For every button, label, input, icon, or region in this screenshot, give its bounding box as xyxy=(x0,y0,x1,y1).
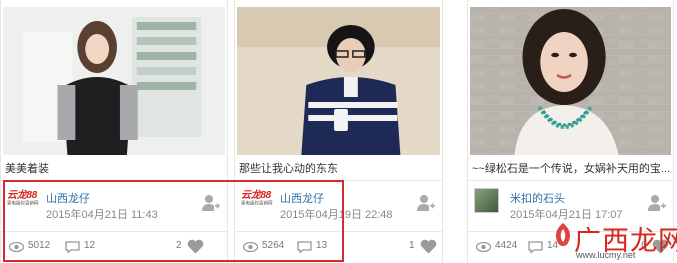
post-card-2[interactable]: 那些让我心动的东东 云龙88 壹电版权直销网 山西龙仔 2015年04月19日 … xyxy=(234,0,443,263)
post-date: 2015年04月21日 11:43 xyxy=(46,209,158,221)
brand-logo[interactable]: 云龙88 壹电版权直销网 xyxy=(7,190,39,212)
watermark: 广西龙网 www.lucmy.net xyxy=(550,217,677,261)
photo-woman-necklace xyxy=(470,7,671,155)
username-link[interactable]: 山西龙仔 xyxy=(280,190,324,206)
divider xyxy=(468,180,673,181)
comment-icon[interactable] xyxy=(528,240,543,254)
logo-subtext: 壹电版权直销网 xyxy=(7,201,39,207)
eye-icon xyxy=(8,240,25,253)
avatar[interactable] xyxy=(474,188,499,213)
view-count: 5264 xyxy=(262,240,285,251)
watermark-url: www.lucmy.net xyxy=(576,250,636,260)
username-link[interactable]: 米扣的石头 xyxy=(510,190,565,206)
post-date: 2015年04月19日 22:48 xyxy=(280,209,393,221)
add-user-icon[interactable] xyxy=(416,193,436,213)
add-user-icon[interactable] xyxy=(647,193,667,213)
post-caption[interactable]: ~~绿松石是一个传说，女娲补天用的宝... xyxy=(472,160,669,176)
watermark-logo-icon xyxy=(555,223,571,246)
comment-count: 12 xyxy=(84,240,96,251)
username-link[interactable]: 山西龙仔 xyxy=(46,190,90,206)
view-count: 5012 xyxy=(28,240,51,251)
eye-icon xyxy=(475,240,492,253)
stats-row: 5012 12 2 xyxy=(1,239,227,255)
view-count: 4424 xyxy=(495,240,518,251)
like-count: 2 xyxy=(176,240,182,251)
brand-logo[interactable]: 云龙88 壹电版权直销网 xyxy=(241,190,273,212)
divider xyxy=(235,180,442,181)
post-card-1[interactable]: 美美着装 云龙88 壹电版权直销网 山西龙仔 2015年04月21日 11:43… xyxy=(0,0,228,263)
comment-count: 13 xyxy=(316,240,328,251)
post-photo[interactable] xyxy=(470,7,671,155)
post-photo[interactable] xyxy=(3,7,225,155)
stats-row: 5264 13 1 xyxy=(235,239,442,255)
eye-icon xyxy=(242,240,259,253)
like-count: 1 xyxy=(409,240,415,251)
heart-icon[interactable] xyxy=(420,239,437,254)
logo-text: 云龙88 xyxy=(7,190,37,201)
post-caption[interactable]: 美美着装 xyxy=(5,160,223,176)
post-photo[interactable] xyxy=(237,7,440,155)
comment-icon[interactable] xyxy=(297,240,312,254)
divider xyxy=(1,180,227,181)
photo-woman-dress xyxy=(3,7,225,155)
heart-icon[interactable] xyxy=(187,239,204,254)
photo-man-shirt xyxy=(237,7,440,155)
logo-subtext: 壹电版权直销网 xyxy=(241,201,273,207)
post-caption[interactable]: 那些让我心动的东东 xyxy=(239,160,438,176)
divider xyxy=(1,231,227,232)
divider xyxy=(235,231,442,232)
add-user-icon[interactable] xyxy=(201,193,221,213)
comment-icon[interactable] xyxy=(65,240,80,254)
logo-text: 云龙88 xyxy=(241,190,271,201)
